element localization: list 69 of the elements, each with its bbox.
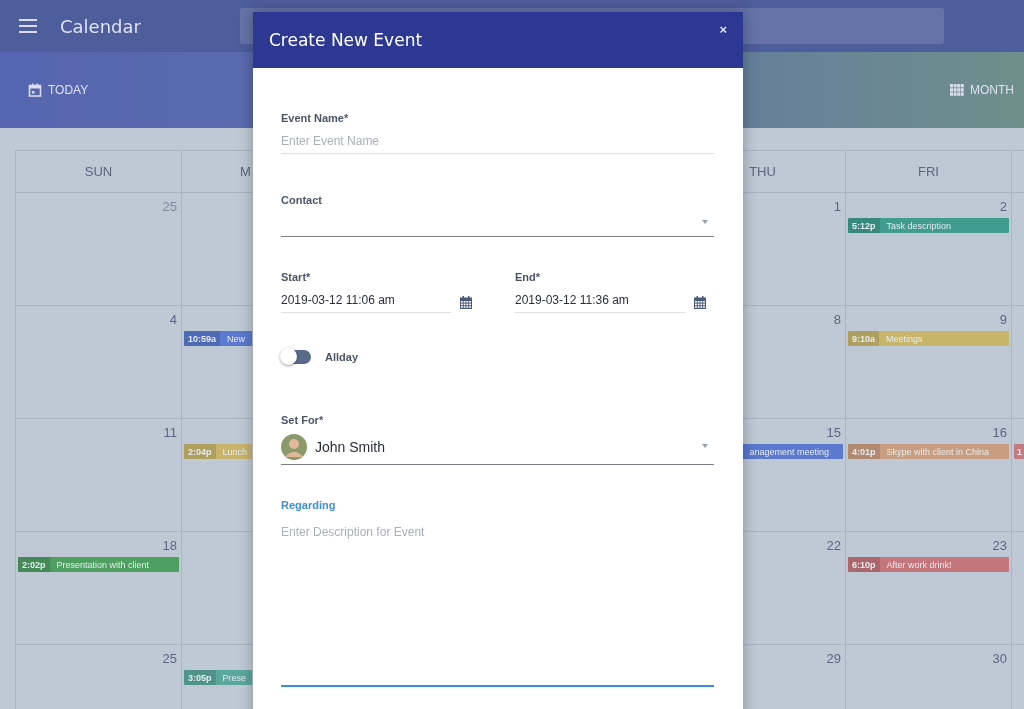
event-time: 3:05p [184,670,216,685]
grid-icon [950,84,964,96]
caret-icon [702,220,708,224]
date-time-field[interactable]: 2019-03-12 11:36 am [515,283,685,313]
event-bar[interactable]: 3:05p Prese [184,670,252,685]
day-number: 23 [992,538,1007,554]
close-button[interactable]: × [719,22,727,37]
weekday-header: FRI [918,164,939,179]
field-label: End* [515,271,542,283]
event-title: After work drink! [885,559,952,570]
day-number: 8 [833,312,841,328]
event-time: 10:59a [184,331,221,346]
toggle-label: Allday [325,351,358,363]
event-time: 4:01p [848,444,880,459]
event-time: 9:10a [848,331,880,346]
dialog-title: Create New Event [269,30,423,50]
today-button[interactable]: TODAY [28,79,89,101]
event-title: Presentation with client [55,559,150,570]
event-title: Skype with client in China [885,446,990,457]
calendar-icon[interactable] [694,295,706,309]
menu-icon[interactable] [19,19,37,33]
caret-icon [702,444,708,448]
weekday-header: M [240,164,251,179]
day-number: 1 [833,199,841,215]
event-title: Lunch [221,446,248,457]
field-label: Event Name* [281,112,350,124]
day-number: 9 [999,312,1007,328]
event-bar[interactable]: 10:59a New [184,331,252,346]
event-bar[interactable]: 2:04p Lunch [184,444,252,459]
day-number: 11 [163,425,177,441]
event-bar[interactable]: 9:10a Meetings [848,331,1009,346]
event-time: 6:10p [848,557,880,572]
day-number: 25 [162,199,177,215]
event-time: 5:12p [848,218,880,233]
field-label: Set For* [281,414,325,426]
set-for-select[interactable]: John Smith [281,430,714,465]
date-time-field[interactable]: 2019-03-12 11:06 am [281,283,451,313]
event-title: New [226,333,246,344]
field-label: Contact [281,194,323,206]
event-name-field[interactable]: Enter Event Name [281,124,714,154]
calendar-icon[interactable] [460,295,472,309]
field-label: Start* [281,271,312,283]
day-number: 22 [826,538,841,554]
day-number: 29 [826,651,841,667]
event-time: 2:04p [184,444,216,459]
weekday-header: SUN [84,164,113,179]
day-number: 16 [992,425,1007,441]
event-title: Task description [885,220,952,231]
field-label: Regarding [281,499,337,511]
day-number: 25 [162,651,177,667]
weekday-header: THU [749,164,776,179]
day-number: 2 [999,199,1007,215]
day-number: 30 [992,651,1007,667]
day-number: 18 [162,538,177,554]
toggle-switch[interactable] [281,350,311,364]
event-bar[interactable]: 5:12p Task description [848,218,1009,233]
avatar-icon [281,434,307,460]
day-number: 4 [169,312,177,328]
event-bar[interactable]: 4:01p Skype with client in China [848,444,1009,459]
event-bar[interactable]: 6:10p After work drink! [848,557,1009,572]
app-title: Calendar [60,15,141,37]
day-number: 15 [826,425,841,441]
event-title: Meetings [885,333,923,344]
event-time: 2:02p [18,557,50,572]
event-bar[interactable]: 1 [1014,444,1024,459]
calendar-icon [28,83,42,97]
month-button[interactable]: MONTH [950,79,1014,101]
event-title: Prese [221,672,247,683]
event-bar[interactable]: 2:02p Presentation with client [18,557,179,572]
